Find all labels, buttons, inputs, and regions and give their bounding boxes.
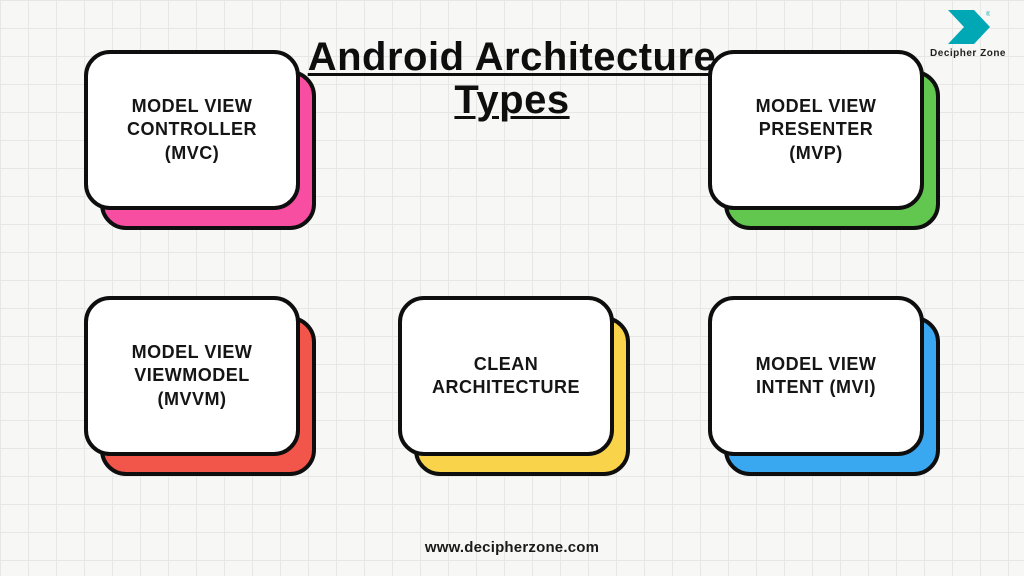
card-label: MODEL VIEW PRESENTER (MVP) bbox=[756, 95, 877, 164]
card-front: MODEL VIEW VIEWMODEL (MVVM) bbox=[84, 296, 300, 456]
card-front: MODEL VIEW PRESENTER (MVP) bbox=[708, 50, 924, 210]
diagram-title: Android Architecture Types bbox=[256, 36, 768, 122]
card-mvc: MODEL VIEW CONTROLLER (MVC) bbox=[84, 50, 316, 226]
brand-name: Decipher Zone bbox=[930, 48, 1006, 59]
card-label: MODEL VIEW VIEWMODEL (MVVM) bbox=[132, 341, 253, 410]
decipherzone-logo-icon: ® bbox=[946, 10, 990, 44]
card-front: MODEL VIEW CONTROLLER (MVC) bbox=[84, 50, 300, 210]
card-mvp: MODEL VIEW PRESENTER (MVP) bbox=[708, 50, 940, 226]
svg-text:®: ® bbox=[986, 11, 990, 18]
card-mvvm: MODEL VIEW VIEWMODEL (MVVM) bbox=[84, 296, 316, 472]
card-label: CLEAN ARCHITECTURE bbox=[432, 353, 580, 399]
card-label: MODEL VIEW CONTROLLER (MVC) bbox=[127, 95, 257, 164]
card-front: MODEL VIEW INTENT (MVI) bbox=[708, 296, 924, 456]
card-clean: CLEAN ARCHITECTURE bbox=[398, 296, 630, 472]
footer-url: www.decipherzone.com bbox=[425, 539, 599, 556]
brand-logo: ® Decipher Zone bbox=[930, 10, 1006, 59]
card-label: MODEL VIEW INTENT (MVI) bbox=[756, 353, 877, 399]
card-front: CLEAN ARCHITECTURE bbox=[398, 296, 614, 456]
card-mvi: MODEL VIEW INTENT (MVI) bbox=[708, 296, 940, 472]
